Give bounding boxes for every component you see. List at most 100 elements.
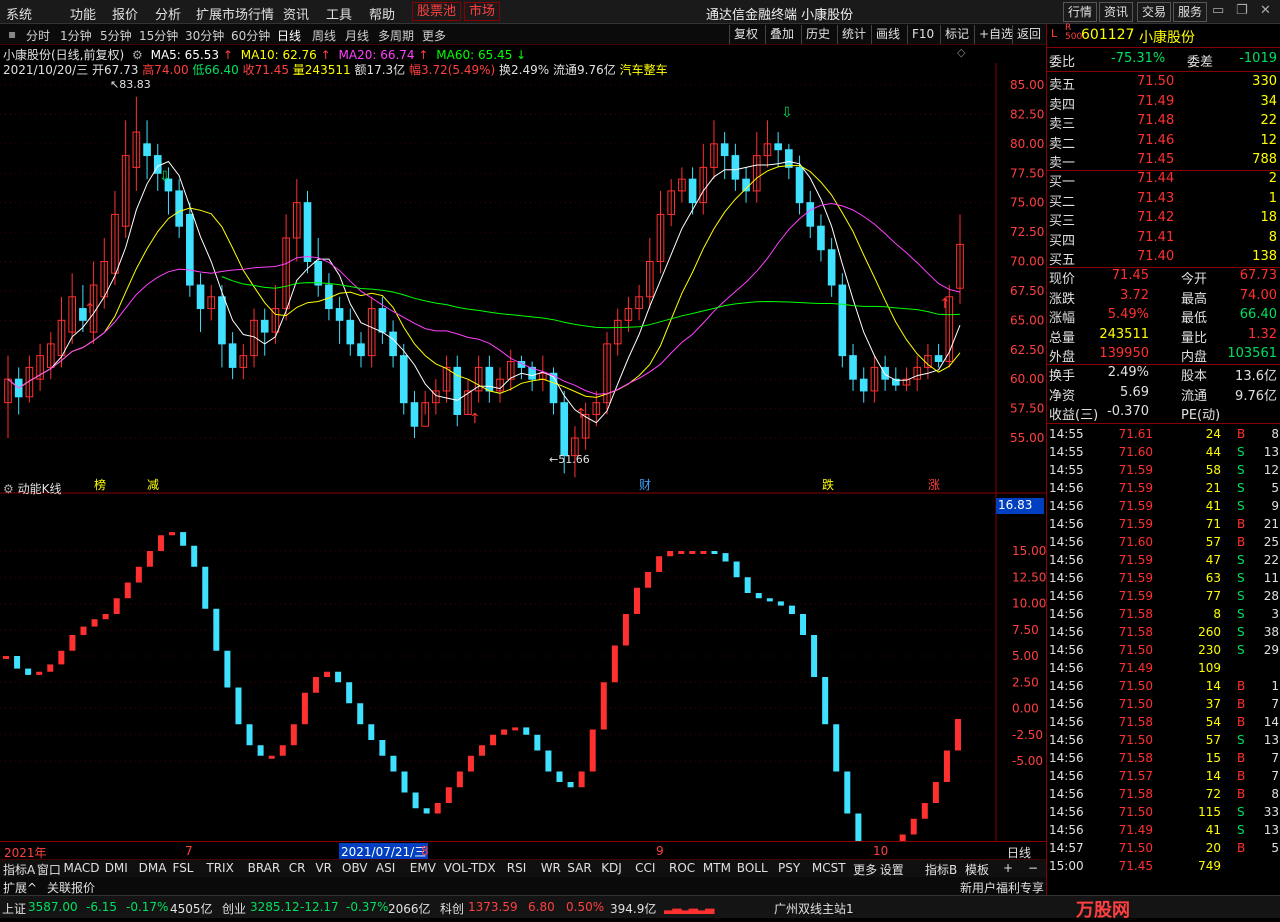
add-favorite-button[interactable]: +自选 [974,25,1017,44]
event-marker[interactable]: 减 [147,478,159,492]
stock-pool-button[interactable]: 股票池 [412,2,462,21]
tick-row[interactable]: 14:55 71.60 44 S 13 [1047,444,1280,462]
bid-row[interactable]: 买三 71.42 18 [1047,209,1280,229]
stat-row[interactable]: 涨幅 5.49% 最低 66.40 [1047,306,1280,326]
mark-button[interactable]: 标记 [940,25,973,44]
indicator-tab-kdj[interactable]: KDJ [601,861,622,875]
close-icon[interactable]: ✕ [1260,3,1271,18]
period-1min[interactable]: 1分钟 [60,27,92,44]
tick-row[interactable]: 14:55 71.59 58 S 12 [1047,462,1280,480]
ask-row[interactable]: 卖一 71.45 788 [1047,151,1280,171]
tick-row[interactable]: 15:00 71.45 749 [1047,858,1280,876]
stats-button[interactable]: 统计 [837,25,870,44]
kc-index-name[interactable]: 科创 [440,900,464,917]
market-button[interactable]: 市场 [464,2,501,21]
minimize-icon[interactable]: ▭ [1212,3,1224,18]
service-tab-button[interactable]: 服务 [1173,2,1208,22]
promo-link[interactable]: 新用户福利专享 [960,879,1044,896]
tick-row[interactable]: 14:56 71.50 115 S 33 [1047,804,1280,822]
tick-row[interactable]: 14:56 71.57 14 B 7 [1047,768,1280,786]
tick-row[interactable]: 14:56 71.59 77 S 28 [1047,588,1280,606]
bid-row[interactable]: 买一 71.44 2 [1047,170,1280,190]
stat-row[interactable]: 外盘 139950 内盘 103561 [1047,345,1280,365]
settings-icon[interactable]: ⚙ [132,48,143,62]
bottom-right-control[interactable]: 指标B [925,861,957,878]
tick-row[interactable]: 14:56 71.50 37 B 7 [1047,696,1280,714]
period-5min[interactable]: 5分钟 [100,27,132,44]
indicator-tab-emv[interactable]: EMV [410,861,436,875]
tick-row[interactable]: 14:56 71.50 14 B 1 [1047,678,1280,696]
event-marker[interactable]: 跌 [822,477,834,492]
expand-button[interactable]: 扩展^ [3,879,37,896]
tick-row[interactable]: 14:56 71.59 41 S 9 [1047,498,1280,516]
indicator-tab-brar[interactable]: BRAR [248,861,281,875]
trade-tab-button[interactable]: 交易 [1137,2,1172,22]
expand-icon[interactable]: ◇ [957,46,965,59]
indicator-tab-wr[interactable]: WR [541,861,561,875]
period-monthly[interactable]: 月线 [345,27,369,44]
indicator-tab-vr[interactable]: VR [315,861,332,875]
tick-row[interactable]: 14:56 71.49 41 S 13 [1047,822,1280,840]
ask-row[interactable]: 卖四 71.49 34 [1047,93,1280,113]
menu-system[interactable]: 系统 [6,4,32,23]
settings-icon[interactable]: ⚙ [3,482,14,496]
back-button[interactable]: 返回 [1012,25,1045,44]
tick-row[interactable]: 14:56 71.58 15 B 7 [1047,750,1280,768]
bid-row[interactable]: 买二 71.43 1 [1047,190,1280,210]
bid-row[interactable]: 买四 71.41 8 [1047,229,1280,249]
period-more[interactable]: 更多 [422,27,446,44]
tick-row[interactable]: 14:57 71.50 20 B 5 [1047,840,1280,858]
indicator-tab-boll[interactable]: BOLL [737,861,768,875]
ask-row[interactable]: 卖三 71.48 22 [1047,112,1280,132]
indicator-tab-dmi[interactable]: DMI [105,861,128,875]
ask-row[interactable]: 卖五 71.50 330 [1047,73,1280,93]
period-tick[interactable]: 分时 [26,27,50,44]
indicator-tab-dma[interactable]: DMA [139,861,167,875]
indicator-tab-macd[interactable]: MACD [64,861,100,875]
stat-row[interactable]: 现价 71.45 今开 67.73 [1047,267,1280,287]
menu-info[interactable]: 资讯 [283,4,309,23]
period-daily[interactable]: 日线 [277,27,301,44]
menu-ext-market[interactable]: 扩展市场行情 [196,4,274,23]
panel-toggle-icon[interactable]: ▪ [8,27,16,41]
tick-row[interactable]: 14:56 71.50 230 S 29 [1047,642,1280,660]
weibi-row[interactable]: 委比 -75.31% 委差 -1019 [1047,50,1280,70]
indicator-tab-psy[interactable]: PSY [778,861,800,875]
menu-help[interactable]: 帮助 [369,4,395,23]
indicator-tab-[interactable]: 窗口 [37,861,61,878]
bid-row[interactable]: 买五 71.40 138 [1047,248,1280,268]
period-weekly[interactable]: 周线 [312,27,336,44]
tick-row[interactable]: 14:56 71.59 21 S 5 [1047,480,1280,498]
period-30min[interactable]: 30分钟 [185,27,224,44]
server-name[interactable]: 广州双线主站1 [774,900,854,917]
indicator-tab-mtm[interactable]: MTM [703,861,731,875]
ask-row[interactable]: 卖二 71.46 12 [1047,132,1280,152]
tick-row[interactable]: 14:56 71.58 54 B 14 [1047,714,1280,732]
f10-button[interactable]: F10 [907,25,938,44]
indicator-tab-a[interactable]: 指标A [3,861,35,878]
draw-button[interactable]: 画线 [871,25,904,44]
tick-row[interactable]: 14:55 71.61 24 B 8 [1047,426,1280,444]
indicator-tab-cr[interactable]: CR [289,861,306,875]
period-60min[interactable]: 60分钟 [231,27,270,44]
stat-row[interactable]: 涨跌 3.72 最高 74.00 [1047,287,1280,307]
event-marker[interactable]: 涨 [928,477,940,492]
tick-row[interactable]: 14:56 71.59 47 S 22 [1047,552,1280,570]
event-marker[interactable]: 榜 [94,477,106,492]
period-multi[interactable]: 多周期 [378,27,414,44]
fuquan-button[interactable]: 复权 [729,25,762,44]
stat-row[interactable]: 收益(三) -0.370 PE(动) [1047,403,1280,423]
tick-row[interactable]: 14:56 71.49 109 [1047,660,1280,678]
quote-tab-button[interactable]: 行情 [1063,2,1098,22]
restore-icon[interactable]: ❐ [1236,3,1248,18]
indicator-tab-trix[interactable]: TRIX [206,861,233,875]
indicator-tab-cci[interactable]: CCI [635,861,655,875]
period-15min[interactable]: 15分钟 [139,27,178,44]
bottom-right-control[interactable]: 模板 [965,861,989,878]
overlay-button[interactable]: 叠加 [765,25,798,44]
tick-row[interactable]: 14:56 71.58 260 S 38 [1047,624,1280,642]
indicator-tab-sar[interactable]: SAR [567,861,591,875]
menu-tools[interactable]: 工具 [326,4,352,23]
tick-row[interactable]: 14:56 71.58 72 B 8 [1047,786,1280,804]
sh-index-name[interactable]: 上证 [2,900,26,917]
